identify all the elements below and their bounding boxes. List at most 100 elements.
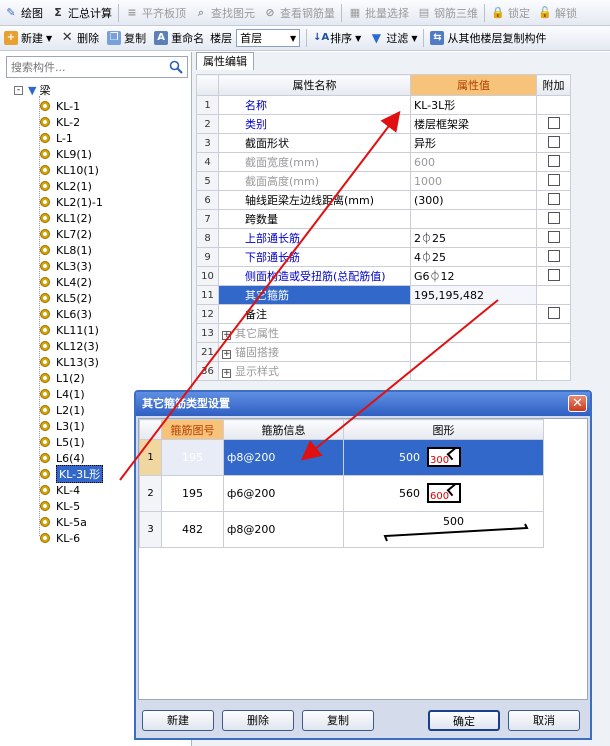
property-value[interactable]: [410, 209, 537, 229]
tree-item[interactable]: KL-2: [40, 114, 80, 130]
extra-checkbox[interactable]: [547, 268, 560, 281]
extra-checkbox[interactable]: [547, 192, 560, 205]
filter-button[interactable]: ▼ 过滤 ▼: [365, 27, 421, 49]
tree-item[interactable]: KL3(3): [40, 258, 92, 274]
property-value[interactable]: 异形: [410, 133, 537, 153]
dialog-cancel-button[interactable]: 取消: [508, 710, 580, 731]
property-value[interactable]: [410, 342, 537, 362]
tree-item[interactable]: KL10(1): [40, 162, 99, 178]
property-row[interactable]: 5 截面高度(mm) 1000: [196, 171, 571, 191]
extra-checkbox[interactable]: [547, 135, 560, 148]
tree-item[interactable]: L4(1): [40, 386, 85, 402]
tree-item[interactable]: KL-1: [40, 98, 80, 114]
property-value[interactable]: G6⏀12: [410, 266, 537, 286]
property-row[interactable]: 7 跨数量: [196, 209, 571, 229]
extra-checkbox[interactable]: [547, 249, 560, 262]
property-value[interactable]: (300): [410, 190, 537, 210]
dialog-delete-button[interactable]: 删除: [222, 710, 294, 731]
extra-checkbox[interactable]: [547, 116, 560, 129]
tree-item[interactable]: KL1(2): [40, 210, 92, 226]
close-icon[interactable]: ✕: [568, 395, 587, 412]
tree-item[interactable]: KL-4: [40, 482, 80, 498]
extra-checkbox[interactable]: [547, 306, 560, 319]
tree-item[interactable]: L2(1): [40, 402, 85, 418]
tree-item[interactable]: L6(4): [40, 450, 85, 466]
tree-item[interactable]: KL-3L形: [40, 465, 104, 483]
tree-item[interactable]: KL-5: [40, 498, 80, 514]
extra-checkbox[interactable]: [547, 173, 560, 186]
expand-icon[interactable]: +: [222, 350, 231, 359]
property-row[interactable]: 1 名称 KL-3L形: [196, 95, 571, 115]
property-row[interactable]: 6 轴线距梁左边线距离(mm) (300): [196, 190, 571, 210]
tree-item[interactable]: L5(1): [40, 434, 85, 450]
property-row[interactable]: 9 下部通长筋 4⏀25: [196, 247, 571, 267]
property-value[interactable]: 195,195,482: [410, 285, 537, 305]
property-row[interactable]: 2 类别 楼层框架梁: [196, 114, 571, 134]
tree-item[interactable]: KL5(2): [40, 290, 92, 306]
toolbar-item-2[interactable]: ≡ 平齐板顶: [121, 2, 190, 24]
stirrup-row[interactable]: 1 195 ф8@200 500 300: [139, 439, 544, 476]
collapse-icon[interactable]: -: [14, 85, 23, 95]
property-row[interactable]: 11 其它箍筋 195,195,482: [196, 285, 571, 305]
property-row[interactable]: 10 侧面构造或受扭筋(总配筋值) G6⏀12: [196, 266, 571, 286]
tree-item[interactable]: KL-5a: [40, 514, 87, 530]
property-value[interactable]: KL-3L形: [410, 95, 537, 115]
tree-item[interactable]: L-1: [40, 130, 73, 146]
tree-item[interactable]: KL8(1): [40, 242, 92, 258]
dialog-copy-button[interactable]: 复制: [302, 710, 374, 731]
extra-checkbox[interactable]: [547, 230, 560, 243]
dialog-new-button[interactable]: 新建: [142, 710, 214, 731]
toolbar-item-0[interactable]: ✎ 绘图: [0, 2, 47, 24]
tree-item[interactable]: KL2(1)-1: [40, 194, 103, 210]
property-row[interactable]: 13 + 其它属性: [196, 323, 571, 343]
toolbar-item-4[interactable]: ⊘ 查看钢筋量: [259, 2, 339, 24]
property-value[interactable]: 1000: [410, 171, 537, 191]
copy-from-floor-button[interactable]: ⇆ 从其他楼层复制构件: [426, 27, 550, 49]
tree-item[interactable]: KL6(3): [40, 306, 92, 322]
tree-item[interactable]: KL4(2): [40, 274, 92, 290]
stirrup-info[interactable]: ф6@200: [223, 475, 344, 512]
floor-select[interactable]: 首层 ▼: [236, 29, 301, 47]
toolbar-item-7[interactable]: 🔒 锁定: [487, 2, 534, 24]
new-button[interactable]: + 新建 ▼: [0, 27, 56, 49]
stirrup-row[interactable]: 2 195 ф6@200 560 600: [139, 475, 544, 512]
property-row[interactable]: 8 上部通长筋 2⏀25: [196, 228, 571, 248]
property-value[interactable]: 600: [410, 152, 537, 172]
stirrup-code[interactable]: 482: [161, 511, 224, 548]
extra-checkbox[interactable]: [547, 154, 560, 167]
rename-button[interactable]: A 重命名: [150, 27, 208, 49]
stirrup-code[interactable]: 195: [161, 439, 224, 476]
toolbar-item-8[interactable]: 🔓 解锁: [534, 2, 581, 24]
stirrup-info[interactable]: ф8@200: [223, 439, 344, 476]
tree-item[interactable]: KL11(1): [40, 322, 99, 338]
stirrup-info[interactable]: ф8@200: [223, 511, 344, 548]
property-row[interactable]: 36 + 显示样式: [196, 361, 571, 381]
toolbar-item-1[interactable]: Σ 汇总计算: [47, 2, 116, 24]
property-row[interactable]: 3 截面形状 异形: [196, 133, 571, 153]
search-input[interactable]: [7, 57, 157, 77]
tree-item[interactable]: L3(1): [40, 418, 85, 434]
toolbar-item-6[interactable]: ▤ 钢筋三维: [413, 2, 482, 24]
toolbar-item-5[interactable]: ▦ 批量选择: [344, 2, 413, 24]
sort-button[interactable]: ↓A 排序 ▼: [309, 27, 365, 49]
tree-item[interactable]: KL9(1): [40, 146, 92, 162]
dialog-ok-button[interactable]: 确定: [428, 710, 500, 731]
property-value[interactable]: [410, 361, 537, 381]
search-icon[interactable]: [169, 60, 183, 74]
property-value[interactable]: [410, 304, 537, 324]
expand-icon[interactable]: +: [222, 331, 231, 340]
property-row[interactable]: 4 截面宽度(mm) 600: [196, 152, 571, 172]
tree-root[interactable]: - ▼ 梁: [14, 82, 50, 98]
expand-icon[interactable]: +: [222, 369, 231, 378]
property-value[interactable]: 楼层框架梁: [410, 114, 537, 134]
property-value[interactable]: 2⏀25: [410, 228, 537, 248]
extra-checkbox[interactable]: [547, 211, 560, 224]
toolbar-item-3[interactable]: ⌕ 查找图元: [190, 2, 259, 24]
property-value[interactable]: [410, 323, 537, 343]
delete-button[interactable]: ✕ 删除: [56, 27, 103, 49]
property-row[interactable]: 12 备注: [196, 304, 571, 324]
tree-item[interactable]: KL2(1): [40, 178, 92, 194]
tree-item[interactable]: KL12(3): [40, 338, 99, 354]
tree-item[interactable]: KL13(3): [40, 354, 99, 370]
property-row[interactable]: 21 + 锚固搭接: [196, 342, 571, 362]
